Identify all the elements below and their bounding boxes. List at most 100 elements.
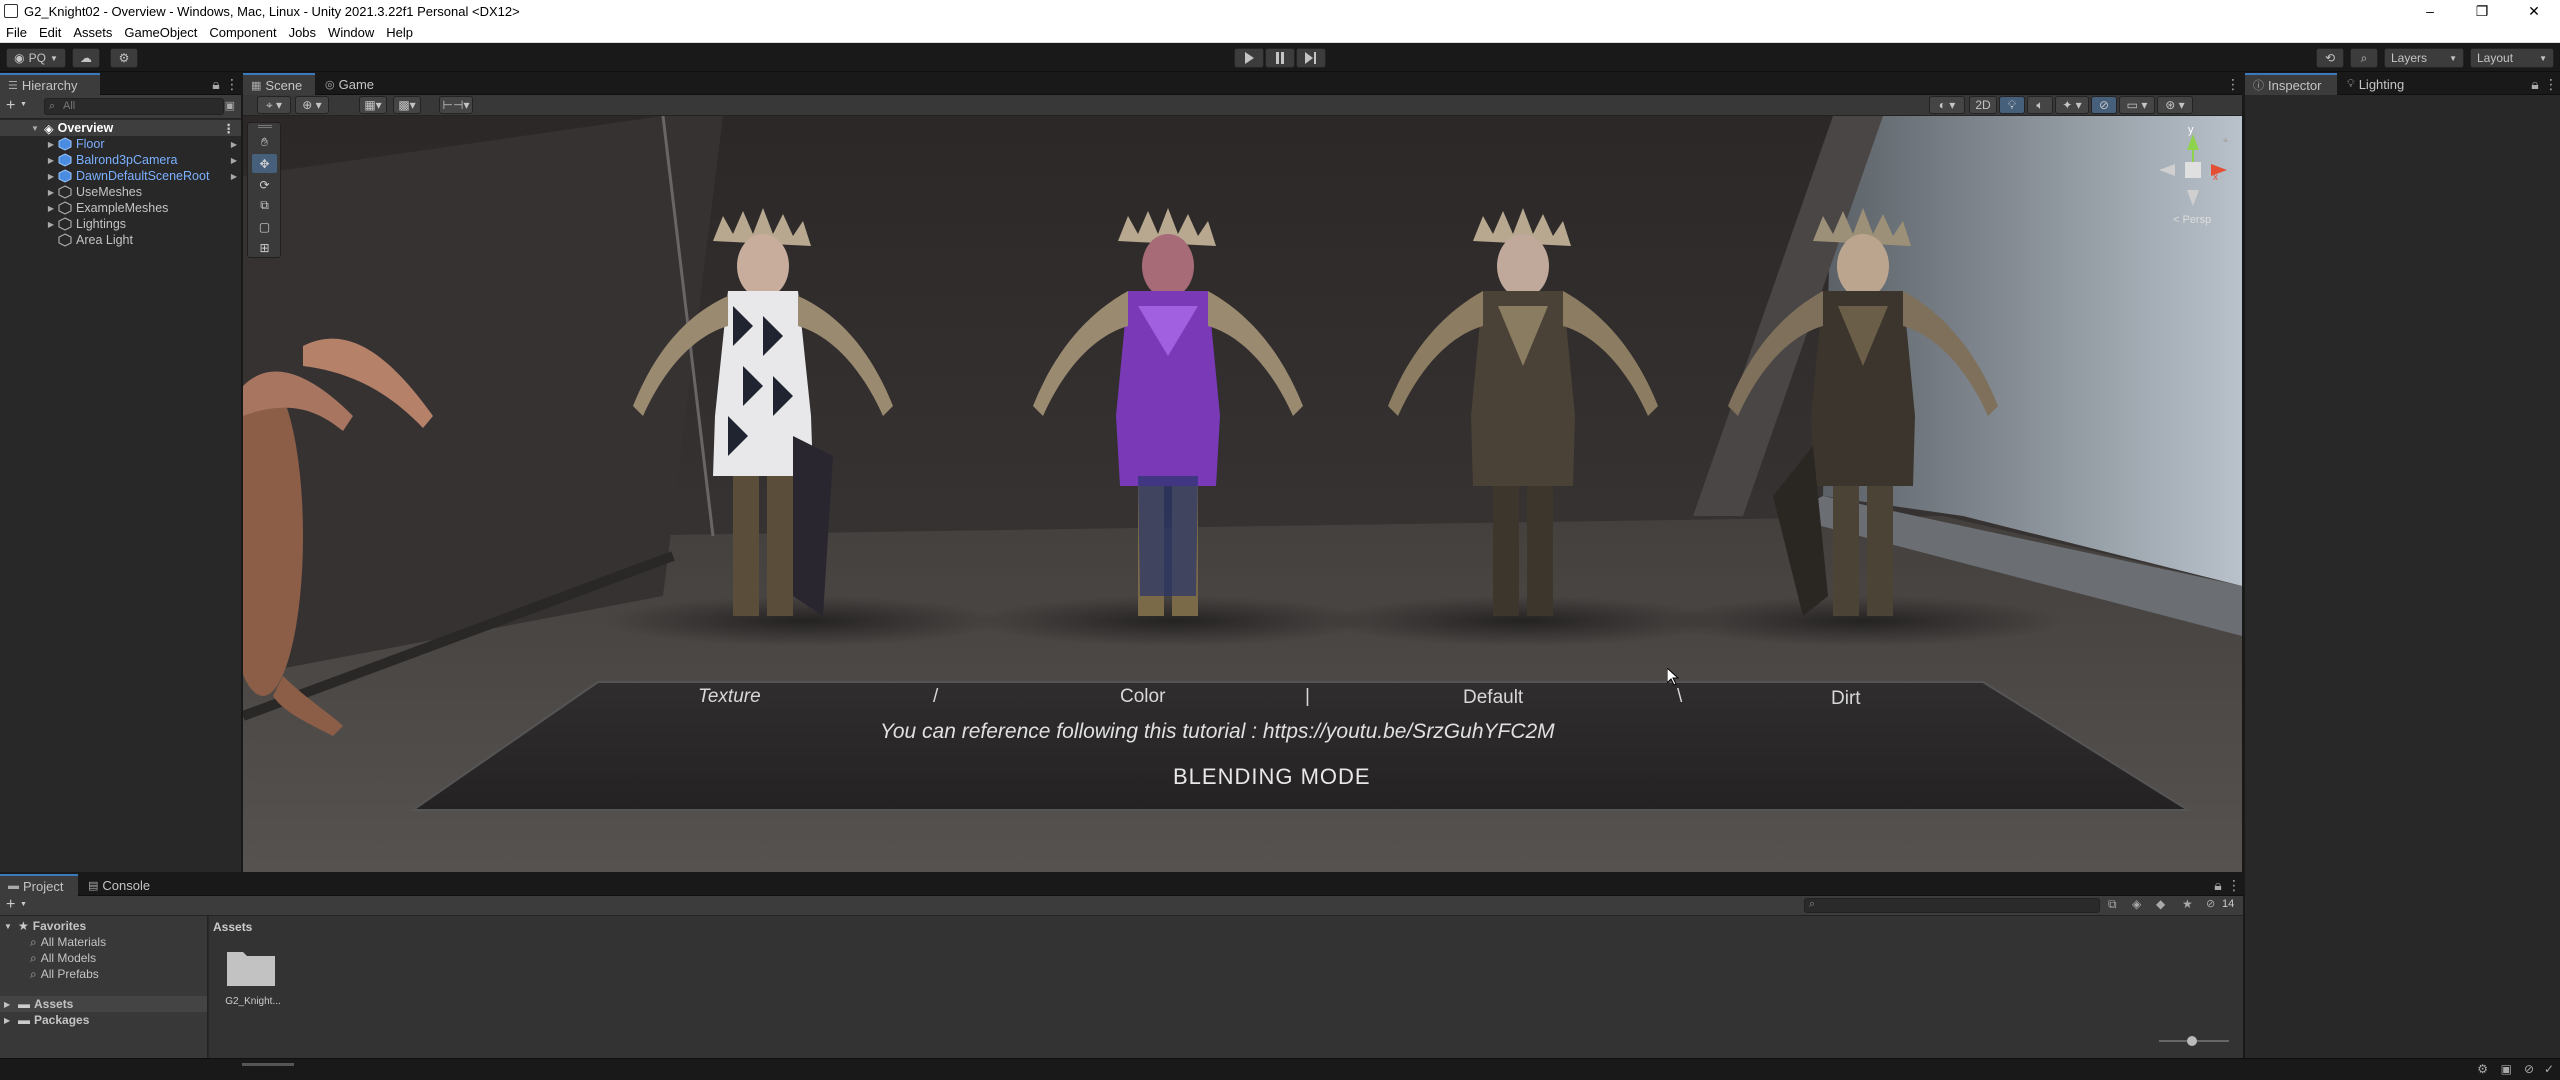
lock-icon[interactable]: 🔒︎	[2213, 877, 2223, 894]
increment-snap[interactable]: ⊢⊣▾	[439, 96, 473, 114]
network-icon[interactable]: ⊘	[2524, 1062, 2534, 1076]
hierarchy-item[interactable]: ▶ ExampleMeshes	[0, 200, 241, 216]
menu-gameobject[interactable]: GameObject	[118, 25, 203, 40]
expand-arrow-icon[interactable]: ▶	[46, 204, 56, 213]
packages-root-row[interactable]: ▶ ▬ Packages	[0, 1012, 207, 1028]
undo-history-button[interactable]: ⟲	[2316, 48, 2344, 68]
account-dropdown[interactable]: ◉ PQ ▼	[6, 48, 66, 68]
project-search-input[interactable]: ⌕	[1804, 898, 2100, 913]
hierarchy-item[interactable]: ▶ Balrond3pCamera ▶	[0, 152, 241, 168]
zoom-slider-thumb[interactable]	[2187, 1036, 2197, 1046]
expand-arrow-icon[interactable]: ▶	[4, 1016, 14, 1025]
gizmos-dropdown[interactable]: ⊛ ▾	[2157, 96, 2193, 114]
hidden-packages-icon[interactable]: ⊘	[2206, 897, 2215, 910]
tag-icon[interactable]: ◆	[2156, 897, 2165, 911]
snap-toggle[interactable]: ▩▾	[393, 96, 421, 114]
expand-arrow-icon[interactable]: ▼	[4, 922, 14, 931]
search-by-type-icon[interactable]: ⧉	[2108, 897, 2117, 912]
move-tool[interactable]: ✥	[252, 154, 277, 173]
search-by-label-icon[interactable]: ◈	[2132, 897, 2141, 911]
layout-dropdown[interactable]: Layout ▼	[2470, 48, 2554, 68]
star-icon[interactable]: ★	[2182, 897, 2193, 911]
lock-icon[interactable]: 🔒︎	[211, 76, 221, 93]
expand-arrow-icon[interactable]: ▶	[4, 1000, 14, 1009]
play-button[interactable]	[1234, 48, 1264, 68]
more-icon[interactable]: ⋮	[225, 76, 239, 93]
hand-tool[interactable]: ✋︎	[252, 133, 277, 152]
hierarchy-item[interactable]: ▶ Lightings	[0, 216, 241, 232]
2d-toggle[interactable]: 2D	[1969, 96, 1997, 114]
favorites-row[interactable]: ▼ ★ Favorites	[0, 918, 207, 934]
filter-icon[interactable]: ▣	[225, 99, 235, 112]
expand-arrow-icon[interactable]: ▶	[46, 156, 56, 165]
cloud-button[interactable]: ☁	[72, 48, 100, 68]
drag-handle[interactable]	[258, 125, 272, 128]
hierarchy-search-input[interactable]: ⌕ All	[44, 98, 224, 115]
expand-arrow-icon[interactable]: ▼	[30, 124, 40, 133]
menu-assets[interactable]: Assets	[67, 25, 118, 40]
tab-inspector[interactable]: ⓘ Inspector	[2245, 73, 2337, 95]
chevron-right-icon[interactable]: ▶	[231, 156, 237, 165]
tab-game[interactable]: ◎ Game	[317, 73, 383, 95]
menu-jobs[interactable]: Jobs	[283, 25, 322, 40]
rect-tool[interactable]: ▢	[252, 217, 277, 236]
expand-arrow-icon[interactable]: ▶	[46, 188, 56, 197]
camera-settings-dropdown[interactable]: ▭ ▾	[2119, 96, 2155, 114]
asset-folder-item[interactable]: G2_Knight...	[221, 946, 281, 1016]
more-icon[interactable]: ⋮	[2544, 76, 2558, 93]
tab-lighting[interactable]: 💡︎ Lighting	[2339, 73, 2425, 95]
more-icon[interactable]: ⋮	[2227, 877, 2241, 894]
menu-help[interactable]: Help	[380, 25, 419, 40]
add-icon[interactable]: +	[6, 896, 15, 914]
menu-component[interactable]: Component	[203, 25, 282, 40]
global-toggle[interactable]: ⊕ ▾	[295, 96, 329, 114]
chevron-down-icon[interactable]: ▼	[20, 101, 27, 108]
audio-toggle[interactable]: 🔈︎	[2027, 96, 2053, 114]
transform-tool[interactable]: ⊞	[252, 238, 277, 257]
minimize-button[interactable]: –	[2404, 0, 2456, 22]
lock-icon[interactable]: 🔒︎	[2223, 134, 2228, 145]
tab-scene[interactable]: ▦ Scene	[243, 73, 315, 95]
pause-button[interactable]	[1265, 48, 1295, 68]
hidden-objects-toggle[interactable]: ⊘	[2091, 96, 2117, 114]
grid-toggle[interactable]: ▦▾	[359, 96, 387, 114]
scene-row-overview[interactable]: ▼ ◈ Overview ⋮	[0, 120, 241, 136]
assets-root-row[interactable]: ▶ ▬ Assets	[0, 996, 207, 1012]
tab-console[interactable]: ▤ Console	[80, 874, 162, 896]
lock-icon[interactable]: 🔒︎	[2530, 76, 2540, 93]
hierarchy-item[interactable]: ▶ Floor ▶	[0, 136, 241, 152]
expand-arrow-icon[interactable]: ▶	[46, 220, 56, 229]
collab-button[interactable]: ⚙	[110, 48, 138, 68]
layers-dropdown[interactable]: Layers ▼	[2384, 48, 2464, 68]
menu-file[interactable]: File	[0, 25, 33, 40]
step-button[interactable]	[1296, 48, 1326, 68]
expand-arrow-icon[interactable]: ▶	[46, 172, 56, 181]
pivot-toggle[interactable]: ⌖ ▾	[257, 96, 291, 114]
chevron-right-icon[interactable]: ▶	[231, 140, 237, 149]
expand-arrow-icon[interactable]: ▶	[46, 140, 56, 149]
zoom-slider[interactable]	[2159, 1036, 2229, 1046]
more-icon[interactable]: ⋮	[2226, 76, 2240, 93]
favorite-item[interactable]: ⌕ All Prefabs	[0, 966, 207, 982]
check-icon[interactable]: ✓	[2544, 1062, 2554, 1076]
breadcrumb[interactable]: Assets	[213, 920, 252, 934]
hierarchy-item[interactable]: ▶ UseMeshes	[0, 184, 241, 200]
tab-hierarchy[interactable]: ☰ Hierarchy	[0, 73, 100, 95]
cache-server-icon[interactable]: ▣	[2501, 1062, 2512, 1076]
perspective-label[interactable]: < Persp	[2173, 214, 2211, 226]
orientation-gizmo[interactable]: y x 🔒︎ < Persp	[2153, 124, 2233, 226]
tab-project[interactable]: ▬ Project	[0, 874, 78, 896]
hierarchy-item[interactable]: Area Light	[0, 232, 241, 248]
search-button[interactable]: ⌕	[2350, 48, 2378, 68]
scene-viewport[interactable]: Texture / Color | Default \ Dirt You can…	[243, 116, 2242, 945]
chevron-down-icon[interactable]: ▼	[20, 901, 27, 908]
favorite-item[interactable]: ⌕ All Materials	[0, 934, 207, 950]
shading-mode-dropdown[interactable]: ◐ ▾	[1929, 96, 1965, 114]
menu-edit[interactable]: Edit	[33, 25, 67, 40]
lighting-toggle[interactable]: 💡︎	[1999, 96, 2025, 114]
chevron-right-icon[interactable]: ▶	[231, 172, 237, 181]
effects-dropdown[interactable]: ✦ ▾	[2055, 96, 2089, 114]
add-icon[interactable]: +	[6, 97, 15, 115]
more-icon[interactable]: ⋮	[223, 121, 236, 136]
maximize-button[interactable]: ❐	[2456, 0, 2508, 22]
